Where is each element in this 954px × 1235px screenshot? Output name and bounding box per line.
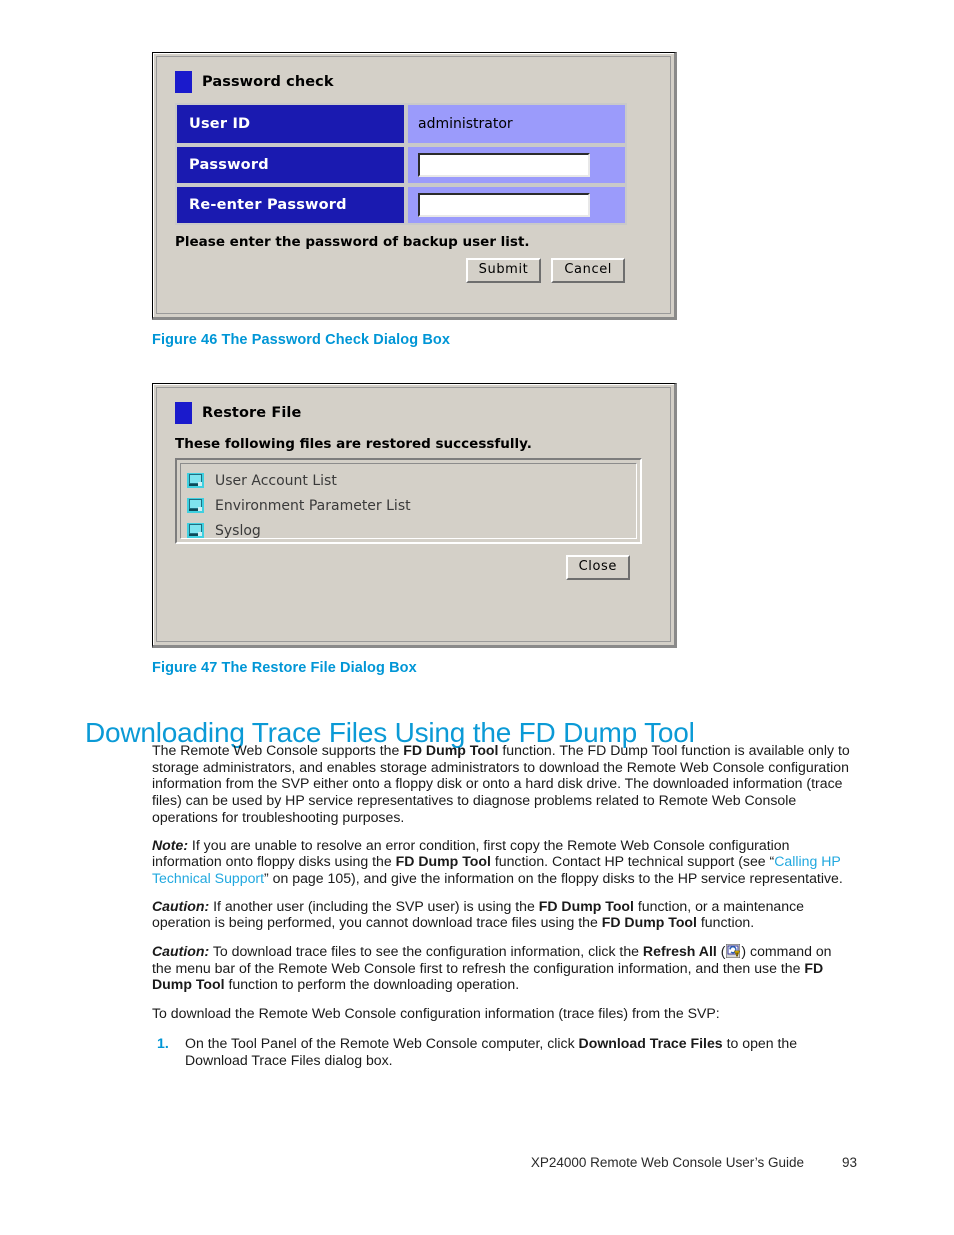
- re-enter-password-input[interactable]: [418, 193, 590, 217]
- intro-bold-1: FD Dump Tool: [403, 742, 499, 758]
- body-content: The Remote Web Console supports the FD D…: [152, 742, 852, 1077]
- caution-1-text-3: function.: [696, 914, 755, 931]
- password-check-table: User ID administrator Password Re-enter …: [175, 103, 627, 225]
- note-paragraph: Note: If you are unable to resolve an er…: [152, 837, 852, 887]
- dialog-marker-icon: [175, 402, 192, 424]
- caution-2-text-4: function to perform the downloading oper…: [224, 976, 520, 993]
- figure-46-caption: Figure 46 The Password Check Dialog Box: [152, 332, 451, 348]
- re-enter-password-value-cell: [406, 185, 627, 225]
- password-check-message: Please enter the password of backup user…: [175, 234, 530, 250]
- dialog-marker-icon: [175, 71, 192, 93]
- restore-file-title: Restore File: [202, 405, 302, 421]
- table-row: Re-enter Password: [175, 185, 627, 225]
- caution-2-text-2: (: [716, 943, 726, 960]
- caution-1-lead-label: Caution:: [152, 897, 210, 914]
- document-page: Password check User ID administrator Pas…: [0, 0, 954, 1235]
- list-item-label: User Account List: [215, 472, 337, 489]
- submit-button[interactable]: Submit: [465, 258, 542, 284]
- cancel-button[interactable]: Cancel: [551, 258, 625, 284]
- re-enter-password-label: Re-enter Password: [175, 185, 406, 225]
- step-bold-1: Download Trace Files: [578, 1034, 723, 1051]
- note-text-2: function. Contact HP technical support (…: [490, 853, 775, 870]
- password-check-button-row: Submit Cancel: [157, 250, 670, 284]
- password-value-cell: [406, 145, 627, 185]
- caution-1-bold-1: FD Dump Tool: [538, 897, 634, 914]
- file-icon: [187, 498, 204, 513]
- refresh-all-icon: [725, 943, 741, 959]
- intro-text-1: The Remote Web Console supports the: [152, 742, 404, 758]
- password-input[interactable]: [418, 153, 590, 177]
- password-check-title: Password check: [202, 74, 334, 90]
- caution-2-text-1: To download trace files to see the confi…: [209, 943, 643, 960]
- note-text-3: ” on page 105), and give the information…: [264, 869, 843, 886]
- file-icon: [187, 473, 204, 488]
- restore-file-title-row: Restore File: [157, 388, 670, 434]
- password-check-title-row: Password check: [157, 57, 670, 103]
- user-id-label: User ID: [175, 103, 406, 145]
- caution-2-bold-1: Refresh All: [642, 943, 717, 960]
- restore-file-dialog-inner: Restore File These following files are r…: [156, 387, 671, 642]
- caution-paragraph-1: Caution: If another user (including the …: [152, 898, 852, 931]
- restore-file-dialog: Restore File These following files are r…: [152, 383, 677, 648]
- caution-paragraph-2: Caution: To download trace files to see …: [152, 943, 852, 993]
- restored-files-listbox[interactable]: User Account List Environment Parameter …: [175, 458, 642, 544]
- footer-page-number: 93: [841, 1155, 857, 1170]
- file-icon: [187, 523, 204, 538]
- restore-file-message: These following files are restored succe…: [175, 436, 532, 452]
- list-item[interactable]: User Account List: [187, 468, 636, 493]
- caution-1-text-1: If another user (including the SVP user)…: [209, 897, 539, 914]
- step-text-1: On the Tool Panel of the Remote Web Cons…: [185, 1034, 579, 1051]
- numbered-step-1: 1. On the Tool Panel of the Remote Web Co…: [152, 1035, 852, 1068]
- step-number: 1.: [157, 1034, 169, 1051]
- lead-in-paragraph: To download the Remote Web Console confi…: [152, 1005, 720, 1022]
- close-button[interactable]: Close: [565, 555, 630, 581]
- restored-files-listbox-inner: User Account List Environment Parameter …: [180, 463, 637, 539]
- password-label: Password: [175, 145, 406, 185]
- restore-file-button-row: Close: [157, 544, 670, 581]
- table-row: User ID administrator: [175, 103, 627, 145]
- list-item-label: Environment Parameter List: [215, 497, 411, 514]
- user-id-value: administrator: [406, 103, 627, 145]
- password-check-dialog-inner: Password check User ID administrator Pas…: [156, 56, 671, 314]
- list-item[interactable]: Environment Parameter List: [187, 493, 636, 518]
- list-item[interactable]: Syslog: [187, 518, 636, 543]
- footer-document-title: XP24000 Remote Web Console User’s Guide: [530, 1155, 804, 1170]
- password-check-dialog: Password check User ID administrator Pas…: [152, 52, 677, 320]
- caution-2-lead-label: Caution:: [152, 943, 210, 960]
- list-item-label: Syslog: [215, 522, 261, 539]
- table-row: Password: [175, 145, 627, 185]
- intro-paragraph: The Remote Web Console supports the FD D…: [152, 742, 852, 826]
- note-lead-label: Note:: [152, 836, 189, 853]
- figure-47-caption: Figure 47 The Restore File Dialog Box: [152, 660, 417, 676]
- note-bold-1: FD Dump Tool: [395, 853, 491, 870]
- caution-1-bold-2: FD Dump Tool: [601, 914, 697, 931]
